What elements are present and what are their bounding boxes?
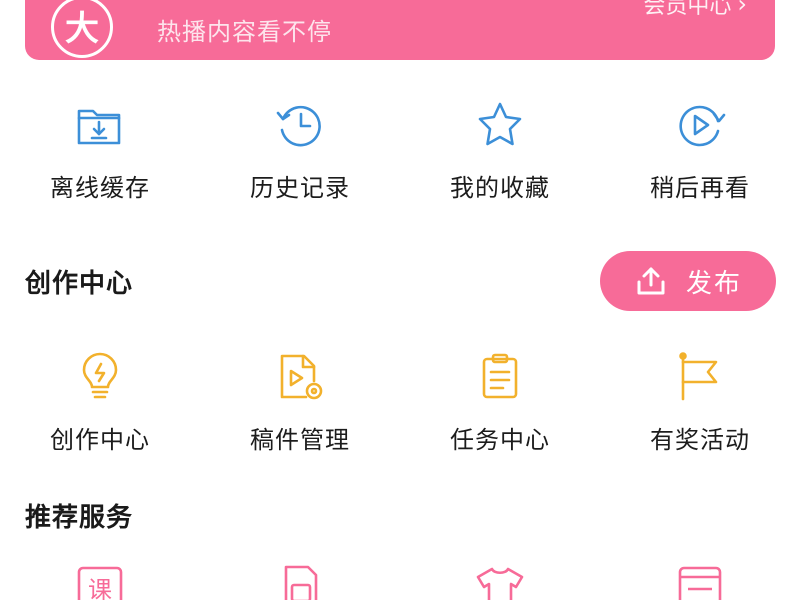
publish-button-label: 发布 (685, 268, 742, 299)
creation-tools: 创作中心 稿件管理 任务中心 有奖活动 (0, 350, 800, 455)
history-clock-icon (273, 98, 327, 152)
clipboard-task-icon (473, 350, 527, 404)
publish-button[interactable]: 发布 (600, 251, 776, 311)
creation-item-label: 创作中心 (50, 426, 150, 454)
sim-card-icon (273, 562, 327, 600)
quick-item-label: 我的收藏 (450, 174, 550, 202)
watch-later-icon (673, 98, 727, 152)
recommend-services: 课 (0, 562, 800, 600)
wallet-card-icon (673, 562, 727, 600)
recommend-section-title: 推荐服务 (25, 503, 134, 533)
creation-item-center[interactable]: 创作中心 (0, 350, 200, 455)
creation-section-title: 创作中心 (25, 269, 134, 299)
vip-subtitle: 热播内容看不停 (157, 18, 332, 46)
quick-item-favorites[interactable]: 我的收藏 (400, 98, 600, 203)
quick-item-offline-cache[interactable]: 离线缓存 (0, 98, 200, 203)
creation-item-label: 任务中心 (450, 426, 550, 454)
course-icon: 课 (73, 562, 127, 600)
offline-cache-folder-icon (73, 98, 127, 152)
vip-badge-icon: 大 (51, 0, 113, 58)
quick-actions: 离线缓存 历史记录 我的收藏 稍后再看 (0, 98, 800, 203)
vip-center-link-label: 会员中心 (643, 0, 732, 19)
quick-item-watch-later[interactable]: 稍后再看 (600, 98, 800, 203)
tshirt-icon (473, 562, 527, 600)
vip-center-link[interactable]: 会员中心 › (643, 0, 747, 20)
recommend-item-merch[interactable] (400, 562, 600, 600)
quick-item-label: 稍后再看 (650, 174, 750, 202)
quick-item-label: 历史记录 (250, 174, 350, 202)
flag-icon (673, 350, 727, 404)
recommend-item-sim[interactable] (200, 562, 400, 600)
recommend-item-course[interactable]: 课 (0, 562, 200, 600)
course-icon-glyph: 课 (88, 576, 112, 600)
creation-item-label: 有奖活动 (650, 426, 750, 454)
recommend-item-wallet[interactable] (600, 562, 800, 600)
quick-item-history[interactable]: 历史记录 (200, 98, 400, 203)
vip-banner[interactable]: 大 热播内容看不停 会员中心 › (25, 0, 775, 60)
manuscript-video-file-icon (273, 350, 327, 404)
lightbulb-icon (73, 350, 127, 404)
upload-icon (634, 264, 668, 298)
chevron-right-icon: › (737, 0, 747, 18)
favorite-star-icon (473, 98, 527, 152)
creation-item-label: 稿件管理 (250, 426, 350, 454)
creation-item-tasks[interactable]: 任务中心 (400, 350, 600, 455)
creation-item-rewards[interactable]: 有奖活动 (600, 350, 800, 455)
quick-item-label: 离线缓存 (50, 174, 150, 202)
creation-item-manuscripts[interactable]: 稿件管理 (200, 350, 400, 455)
